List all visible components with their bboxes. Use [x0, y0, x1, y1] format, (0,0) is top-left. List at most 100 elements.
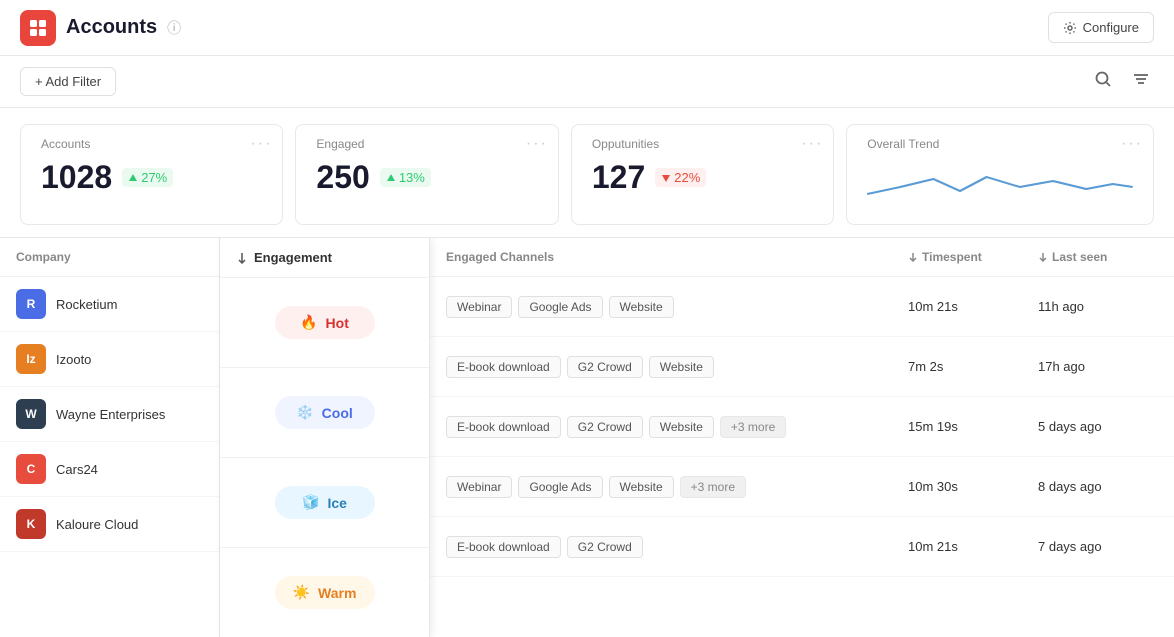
- engagement-row-cool[interactable]: ❄️ Cool: [220, 368, 429, 458]
- toolbar-left: + Add Filter: [20, 67, 116, 96]
- stats-row: ··· Accounts 1028 27% ··· Engaged 250 13…: [0, 108, 1174, 238]
- data-column: Engaged Channels Timespent Last seen Web…: [430, 238, 1174, 637]
- filter-button[interactable]: [1128, 66, 1154, 97]
- company-name: Cars24: [56, 462, 98, 477]
- engagement-row-ice[interactable]: 🧊 Ice: [220, 458, 429, 548]
- sort-down-icon: [236, 252, 248, 264]
- tags-cell: Webinar Google Ads Website +3 more: [446, 476, 908, 498]
- sort-icon-timespent: [908, 252, 918, 262]
- app-icon: [20, 10, 56, 46]
- lastseen-cell: 11h ago: [1038, 299, 1158, 314]
- timespent-cell: 10m 21s: [908, 539, 1038, 554]
- engagement-column: Engagement 🔥 Hot ❄️ Cool 🧊 Ice ☀️ Warm: [220, 238, 430, 637]
- tags-cell: Webinar Google Ads Website: [446, 296, 908, 318]
- add-filter-label: + Add Filter: [35, 74, 101, 89]
- info-icon[interactable]: ⓘ: [167, 18, 181, 38]
- ice-badge: 🧊 Ice: [275, 486, 375, 519]
- stat-badge-accounts: 27%: [122, 168, 173, 187]
- lastseen-cell: 7 days ago: [1038, 539, 1158, 554]
- avatar: W: [16, 399, 46, 429]
- search-button[interactable]: [1090, 66, 1116, 97]
- sort-icon-lastseen: [1038, 252, 1048, 262]
- header-left: Accounts ⓘ: [20, 10, 181, 46]
- more-options-trend[interactable]: ···: [1121, 135, 1143, 153]
- engagement-header: Engagement: [220, 238, 429, 278]
- col-header-engaged: Engaged Channels: [446, 250, 908, 264]
- header: Accounts ⓘ Configure: [0, 0, 1174, 56]
- tag: Webinar: [446, 476, 512, 498]
- data-row[interactable]: E-book download G2 Crowd 10m 21s 7 days …: [430, 517, 1174, 577]
- avatar: K: [16, 509, 46, 539]
- page-title: Accounts: [66, 16, 157, 39]
- company-row[interactable]: R Rocketium: [0, 277, 219, 332]
- timespent-cell: 15m 19s: [908, 419, 1038, 434]
- tag: G2 Crowd: [567, 356, 643, 378]
- lastseen-cell: 17h ago: [1038, 359, 1158, 374]
- toolbar: + Add Filter: [0, 56, 1174, 108]
- data-row[interactable]: E-book download G2 Crowd Website 7m 2s 1…: [430, 337, 1174, 397]
- timespent-cell: 7m 2s: [908, 359, 1038, 374]
- stat-label-engaged: Engaged: [316, 137, 537, 151]
- company-row[interactable]: C Cars24: [0, 442, 219, 497]
- cool-icon: ❄️: [296, 404, 313, 421]
- company-name: Wayne Enterprises: [56, 407, 165, 422]
- stat-card-opportunities: ··· Opputunities 127 22%: [571, 124, 834, 225]
- lastseen-cell: 5 days ago: [1038, 419, 1158, 434]
- data-row[interactable]: E-book download G2 Crowd Website +3 more…: [430, 397, 1174, 457]
- stat-label-opportunities: Opputunities: [592, 137, 813, 151]
- tag: G2 Crowd: [567, 536, 643, 558]
- more-options-engaged[interactable]: ···: [526, 135, 548, 153]
- configure-button[interactable]: Configure: [1048, 12, 1154, 43]
- engagement-header-label: Engagement: [254, 250, 332, 265]
- tags-cell: E-book download G2 Crowd Website +3 more: [446, 416, 908, 438]
- tag: Website: [649, 356, 714, 378]
- tag: Website: [649, 416, 714, 438]
- tag: G2 Crowd: [567, 416, 643, 438]
- tag: Google Ads: [518, 476, 602, 498]
- company-row[interactable]: W Wayne Enterprises: [0, 387, 219, 442]
- trend-card: ··· Overall Trend: [846, 124, 1154, 225]
- company-row[interactable]: Iz Izooto: [0, 332, 219, 387]
- main-content: Company R Rocketium Iz Izooto W Wayne En…: [0, 238, 1174, 637]
- cool-label: Cool: [322, 405, 353, 421]
- col-header-lastseen: Last seen: [1038, 250, 1158, 264]
- company-name: Rocketium: [56, 297, 117, 312]
- hot-icon: 🔥: [300, 314, 317, 331]
- cool-badge: ❄️ Cool: [275, 396, 375, 429]
- hot-badge: 🔥 Hot: [275, 306, 375, 339]
- stat-card-engaged: ··· Engaged 250 13%: [295, 124, 558, 225]
- tag: E-book download: [446, 416, 561, 438]
- configure-label: Configure: [1083, 20, 1139, 35]
- data-row[interactable]: Webinar Google Ads Website +3 more 10m 3…: [430, 457, 1174, 517]
- engagement-row-hot[interactable]: 🔥 Hot: [220, 278, 429, 368]
- company-row[interactable]: K Kaloure Cloud: [0, 497, 219, 552]
- more-options-opportunities[interactable]: ···: [801, 135, 823, 153]
- timespent-cell: 10m 30s: [908, 479, 1038, 494]
- more-options-accounts[interactable]: ···: [250, 135, 272, 153]
- tag: Google Ads: [518, 296, 602, 318]
- trend-chart: [867, 159, 1133, 209]
- tag-more[interactable]: +3 more: [720, 416, 786, 438]
- stat-value-engaged: 250: [316, 159, 369, 196]
- lastseen-cell: 8 days ago: [1038, 479, 1158, 494]
- tags-cell: E-book download G2 Crowd: [446, 536, 908, 558]
- tag-more[interactable]: +3 more: [680, 476, 746, 498]
- stat-card-accounts: ··· Accounts 1028 27%: [20, 124, 283, 225]
- engagement-row-warm[interactable]: ☀️ Warm: [220, 548, 429, 637]
- ice-icon: 🧊: [302, 494, 319, 511]
- company-name: Kaloure Cloud: [56, 517, 138, 532]
- tag: Website: [609, 296, 674, 318]
- stat-badge-opportunities: 22%: [655, 168, 706, 187]
- tag: E-book download: [446, 356, 561, 378]
- stat-value-accounts: 1028: [41, 159, 112, 196]
- tag: Website: [609, 476, 674, 498]
- add-filter-button[interactable]: + Add Filter: [20, 67, 116, 96]
- avatar: R: [16, 289, 46, 319]
- company-col-header: Company: [0, 238, 219, 277]
- trend-label: Overall Trend: [867, 137, 1133, 151]
- stat-badge-engaged: 13%: [380, 168, 431, 187]
- warm-icon: ☀️: [293, 584, 310, 601]
- tags-cell: E-book download G2 Crowd Website: [446, 356, 908, 378]
- timespent-cell: 10m 21s: [908, 299, 1038, 314]
- data-row[interactable]: Webinar Google Ads Website 10m 21s 11h a…: [430, 277, 1174, 337]
